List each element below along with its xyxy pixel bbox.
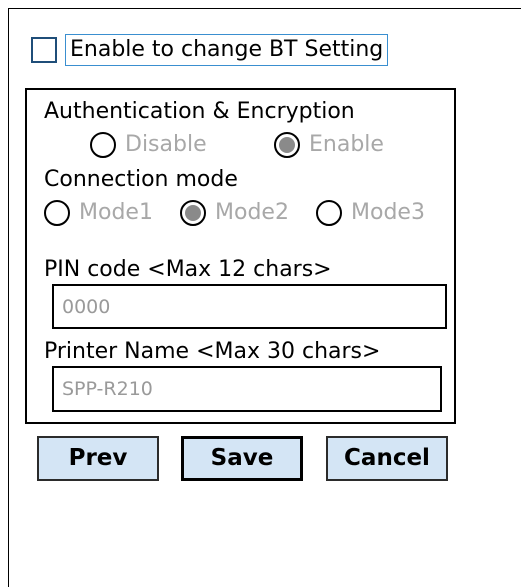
enable-bt-setting-label[interactable]: Enable to change BT Setting	[65, 34, 389, 66]
prev-button[interactable]: Prev	[37, 436, 159, 481]
mode3-radio-circle[interactable]	[316, 200, 342, 226]
mode1-radio-circle[interactable]	[44, 200, 70, 226]
pin-code-label: PIN code <Max 12 chars>	[44, 257, 332, 282]
mode2-radio-circle[interactable]	[180, 200, 206, 226]
auth-disable-radio-circle[interactable]	[90, 132, 116, 158]
mode1-label: Mode1	[79, 200, 153, 225]
connection-mode-label: Connection mode	[44, 167, 238, 192]
authentication-label: Authentication & Encryption	[44, 99, 355, 124]
pin-code-input[interactable]	[52, 284, 447, 329]
mode3-label: Mode3	[351, 200, 425, 225]
auth-disable-radio[interactable]: Disable	[90, 131, 207, 159]
auth-enable-radio-circle[interactable]	[274, 132, 300, 158]
mode2-label: Mode2	[215, 200, 289, 225]
mode2-radio[interactable]: Mode2	[180, 199, 289, 227]
bt-settings-group: Authentication & Encryption Disable Enab…	[25, 88, 456, 424]
mode3-radio[interactable]: Mode3	[316, 199, 425, 227]
auth-enable-label: Enable	[309, 132, 384, 157]
mode1-radio[interactable]: Mode1	[44, 199, 153, 227]
cancel-button[interactable]: Cancel	[326, 436, 448, 481]
window-top-border	[8, 8, 521, 9]
window-left-border	[8, 8, 9, 587]
printer-name-input[interactable]	[52, 366, 442, 412]
auth-disable-label: Disable	[125, 132, 207, 157]
auth-enable-radio[interactable]: Enable	[274, 131, 384, 159]
enable-bt-setting-checkbox[interactable]	[31, 37, 57, 63]
printer-name-label: Printer Name <Max 30 chars>	[44, 339, 381, 364]
save-button[interactable]: Save	[181, 436, 303, 481]
enable-bt-setting-row[interactable]: Enable to change BT Setting	[31, 33, 389, 67]
